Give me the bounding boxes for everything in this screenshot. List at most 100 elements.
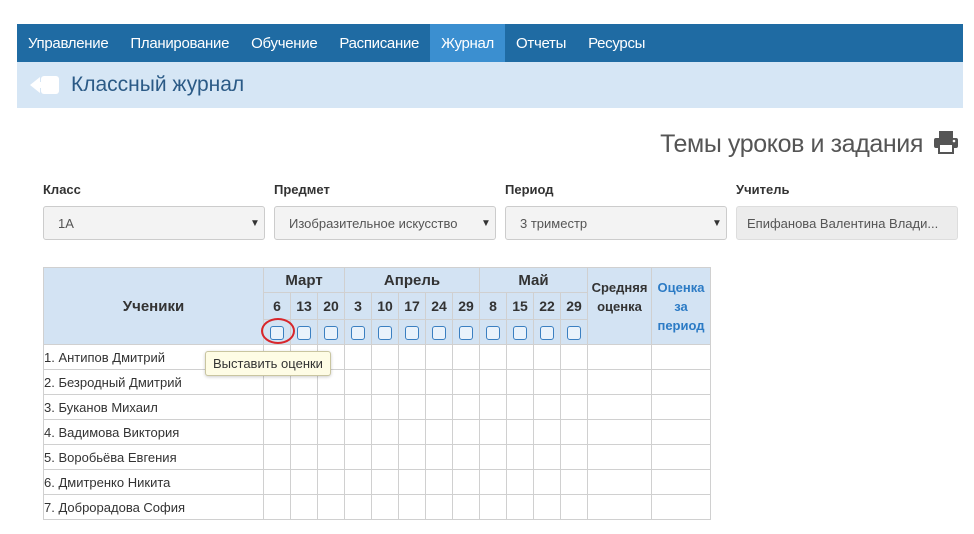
period-grade-cell[interactable] (651, 369, 711, 395)
grade-cell[interactable] (317, 394, 345, 420)
period-grade-cell[interactable] (651, 469, 711, 495)
grade-column-checkbox[interactable] (506, 319, 534, 345)
grade-cell[interactable] (371, 494, 399, 520)
grade-cell[interactable] (560, 469, 588, 495)
grade-cell[interactable] (371, 394, 399, 420)
grade-column-checkbox[interactable] (560, 319, 588, 345)
class-select[interactable]: 1А ▼ (43, 206, 265, 240)
nav-item-reports[interactable]: Отчеты (505, 24, 577, 62)
grade-cell[interactable] (263, 444, 291, 470)
grade-cell[interactable] (479, 394, 507, 420)
grade-cell[interactable] (425, 344, 453, 370)
period-grade-cell[interactable] (651, 494, 711, 520)
grade-cell[interactable] (452, 444, 480, 470)
grade-cell[interactable] (398, 494, 426, 520)
grade-cell[interactable] (290, 394, 318, 420)
grade-cell[interactable] (479, 469, 507, 495)
average-cell[interactable] (587, 369, 652, 395)
nav-item-schedule[interactable]: Расписание (328, 24, 430, 62)
grade-cell[interactable] (317, 469, 345, 495)
average-cell[interactable] (587, 419, 652, 445)
grade-cell[interactable] (452, 394, 480, 420)
grade-cell[interactable] (506, 494, 534, 520)
grade-column-checkbox[interactable] (371, 319, 399, 345)
grade-cell[interactable] (371, 444, 399, 470)
grade-cell[interactable] (425, 494, 453, 520)
grade-cell[interactable] (425, 419, 453, 445)
grade-cell[interactable] (344, 494, 372, 520)
grade-cell[interactable] (398, 394, 426, 420)
grade-cell[interactable] (533, 394, 561, 420)
grade-cell[interactable] (263, 394, 291, 420)
period-select[interactable]: 3 триместр ▼ (505, 206, 727, 240)
grade-cell[interactable] (533, 419, 561, 445)
grade-cell[interactable] (425, 394, 453, 420)
grade-cell[interactable] (290, 419, 318, 445)
grade-cell[interactable] (371, 419, 399, 445)
grade-column-checkbox[interactable] (533, 319, 561, 345)
grade-cell[interactable] (344, 469, 372, 495)
grade-cell[interactable] (425, 469, 453, 495)
grade-cell[interactable] (533, 469, 561, 495)
grade-cell[interactable] (560, 419, 588, 445)
grade-cell[interactable] (506, 419, 534, 445)
student-name[interactable]: 7. Доброрадова София (43, 494, 264, 520)
grade-cell[interactable] (506, 394, 534, 420)
grade-cell[interactable] (560, 369, 588, 395)
grade-cell[interactable] (344, 344, 372, 370)
period-grade-header[interactable]: Оценка за период (651, 267, 711, 345)
grade-cell[interactable] (263, 494, 291, 520)
average-cell[interactable] (587, 444, 652, 470)
grade-cell[interactable] (344, 369, 372, 395)
grade-cell[interactable] (371, 369, 399, 395)
grade-cell[interactable] (290, 444, 318, 470)
period-grade-cell[interactable] (651, 394, 711, 420)
grade-cell[interactable] (344, 394, 372, 420)
grade-cell[interactable] (371, 469, 399, 495)
back-arrow-icon[interactable] (29, 74, 61, 96)
grade-cell[interactable] (398, 419, 426, 445)
grade-cell[interactable] (560, 394, 588, 420)
nav-item-resources[interactable]: Ресурсы (577, 24, 656, 62)
grade-column-checkbox[interactable] (344, 319, 372, 345)
lessons-topics-label[interactable]: Темы уроков и задания (660, 130, 923, 159)
average-cell[interactable] (587, 469, 652, 495)
grade-cell[interactable] (398, 369, 426, 395)
grade-cell[interactable] (479, 344, 507, 370)
period-grade-cell[interactable] (651, 419, 711, 445)
grade-cell[interactable] (398, 469, 426, 495)
grade-cell[interactable] (317, 444, 345, 470)
grade-cell[interactable] (452, 469, 480, 495)
nav-item-journal[interactable]: Журнал (430, 24, 506, 62)
grade-cell[interactable] (479, 419, 507, 445)
grade-cell[interactable] (425, 444, 453, 470)
average-cell[interactable] (587, 494, 652, 520)
grade-cell[interactable] (533, 369, 561, 395)
grade-cell[interactable] (263, 419, 291, 445)
grade-cell[interactable] (290, 469, 318, 495)
nav-item-education[interactable]: Обучение (240, 24, 328, 62)
grade-cell[interactable] (560, 494, 588, 520)
grade-cell[interactable] (344, 419, 372, 445)
grade-cell[interactable] (479, 444, 507, 470)
grade-cell[interactable] (533, 344, 561, 370)
grade-column-checkbox[interactable] (452, 319, 480, 345)
grade-cell[interactable] (344, 444, 372, 470)
grade-cell[interactable] (479, 494, 507, 520)
grade-column-checkbox[interactable] (479, 319, 507, 345)
grade-cell[interactable] (398, 344, 426, 370)
grade-cell[interactable] (506, 444, 534, 470)
grade-cell[interactable] (317, 494, 345, 520)
period-grade-cell[interactable] (651, 344, 711, 370)
grade-cell[interactable] (452, 419, 480, 445)
period-grade-cell[interactable] (651, 444, 711, 470)
grade-cell[interactable] (506, 369, 534, 395)
grade-cell[interactable] (506, 344, 534, 370)
lessons-topics-link[interactable]: Темы уроков и задания (660, 130, 959, 159)
student-name[interactable]: 3. Буканов Михаил (43, 394, 264, 420)
grade-cell[interactable] (560, 444, 588, 470)
grade-cell[interactable] (479, 369, 507, 395)
student-name[interactable]: 6. Дмитренко Никита (43, 469, 264, 495)
grade-cell[interactable] (371, 344, 399, 370)
grade-cell[interactable] (506, 469, 534, 495)
